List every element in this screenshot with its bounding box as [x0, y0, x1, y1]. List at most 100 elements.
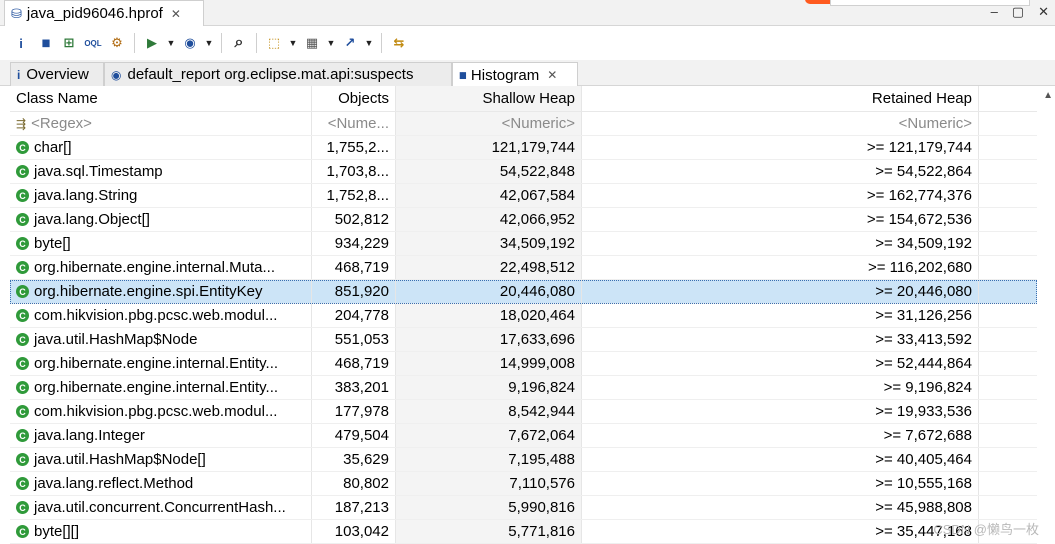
- class-name-cell: Cjava.lang.Object[]: [10, 208, 312, 231]
- tab-default-report-label: default_report org.eclipse.mat.api:suspe…: [127, 66, 414, 83]
- table-row[interactable]: Corg.hibernate.engine.spi.EntityKey 851,9…: [10, 280, 1037, 304]
- table-row[interactable]: Cjava.util.HashMap$Node 551,053 17,633,696…: [10, 328, 1037, 352]
- table-row[interactable]: Cjava.util.HashMap$Node[] 35,629 7,195,488…: [10, 448, 1037, 472]
- editor-tab-label: java_pid96046.hprof: [26, 5, 163, 22]
- class-name-text: byte[]: [34, 235, 71, 252]
- row-filler: [979, 424, 1037, 447]
- row-filler: [979, 256, 1037, 279]
- column-header-class-name[interactable]: Class Name: [10, 86, 312, 111]
- compare-icon[interactable]: ⇆: [388, 32, 410, 54]
- class-name-text: java.util.concurrent.ConcurrentHash...: [34, 499, 286, 516]
- objects-cell: 187,213: [312, 496, 396, 519]
- chevron-down-icon[interactable]: ▼: [165, 32, 177, 54]
- objects-cell: 80,802: [312, 472, 396, 495]
- regex-filter-cell[interactable]: ⇶ <Regex>: [10, 112, 312, 135]
- row-filler: [979, 352, 1037, 375]
- toolbar: i ▮▮ ⊞ OQL ⚙ ▶ ▼ ◉ ▼ ⌕ ⬚ ▼ ▦ ▼ ↗ ▼ ⇆: [0, 26, 1055, 60]
- gear-icon[interactable]: ⚙: [106, 32, 128, 54]
- chevron-down-icon[interactable]: ▼: [325, 32, 337, 54]
- class-icon: C: [16, 429, 29, 442]
- objects-cell: 35,629: [312, 448, 396, 471]
- table-row[interactable]: Cbyte[] 934,229 34,509,192 >= 34,509,192: [10, 232, 1037, 256]
- table-row[interactable]: Cjava.util.concurrent.ConcurrentHash... 1…: [10, 496, 1037, 520]
- class-icon: C: [16, 141, 29, 154]
- run-report-icon[interactable]: ▶: [141, 32, 163, 54]
- retained-heap-cell: >= 154,672,536: [582, 208, 979, 231]
- class-name-text: java.util.HashMap$Node[]: [34, 451, 206, 468]
- objects-cell: 934,229: [312, 232, 396, 255]
- close-window-icon[interactable]: ✕: [1038, 4, 1049, 20]
- report-icon: ◉: [111, 67, 122, 82]
- row-filler: [979, 280, 1037, 303]
- objects-filter-input[interactable]: <Nume...: [312, 112, 396, 135]
- export-icon[interactable]: ↗: [339, 32, 361, 54]
- class-name-cell: Cjava.util.HashMap$Node[]: [10, 448, 312, 471]
- table-row[interactable]: Cjava.lang.reflect.Method 80,802 7,110,576…: [10, 472, 1037, 496]
- shallow-heap-cell: 17,633,696: [396, 328, 582, 351]
- regex-filter-input[interactable]: <Regex>: [31, 115, 92, 132]
- tab-histogram[interactable]: ▮▮ Histogram ✕: [452, 62, 578, 87]
- class-name-text: java.lang.Integer: [34, 427, 145, 444]
- class-name-cell: Cbyte[][]: [10, 520, 312, 543]
- table-row[interactable]: Cjava.lang.Object[] 502,812 42,066,952 >= 1…: [10, 208, 1037, 232]
- group-by-icon[interactable]: ⬚: [263, 32, 285, 54]
- objects-cell: 468,719: [312, 256, 396, 279]
- table-row[interactable]: Cjava.lang.String 1,752,8... 42,067,584 >= …: [10, 184, 1037, 208]
- editor-tab-hprof[interactable]: ⛁ java_pid96046.hprof ✕: [4, 0, 204, 26]
- scroll-up-icon[interactable]: ▲: [1043, 90, 1053, 101]
- table-row[interactable]: Cbyte[][] 103,042 5,771,816 >= 35,447,168: [10, 520, 1037, 544]
- tab-histogram-label: Histogram: [470, 66, 540, 84]
- close-icon[interactable]: ✕: [171, 7, 181, 21]
- column-header-filler: [979, 86, 1037, 111]
- chevron-down-icon[interactable]: ▼: [363, 32, 375, 54]
- class-icon: C: [16, 477, 29, 490]
- shallow-heap-cell: 42,067,584: [396, 184, 582, 207]
- table-row[interactable]: Corg.hibernate.engine.internal.Entity...…: [10, 376, 1037, 400]
- retained-heap-cell: >= 45,988,808: [582, 496, 979, 519]
- shallow-heap-filter-input[interactable]: <Numeric>: [396, 112, 582, 135]
- column-header-objects[interactable]: Objects: [312, 86, 396, 111]
- table-header: Class Name Objects Shallow Heap Retained…: [10, 86, 1037, 112]
- tab-default-report[interactable]: ◉ default_report org.eclipse.mat.api:sus…: [104, 62, 452, 86]
- oql-icon[interactable]: OQL: [82, 32, 104, 54]
- class-name-text: org.hibernate.engine.internal.Entity...: [34, 379, 279, 396]
- row-filler: [979, 184, 1037, 207]
- class-icon: C: [16, 333, 29, 346]
- shallow-heap-cell: 18,020,464: [396, 304, 582, 327]
- filter-filler: [979, 112, 1037, 135]
- table-row[interactable]: Cjava.lang.Integer 479,504 7,672,064 >= 7,6…: [10, 424, 1037, 448]
- table-row[interactable]: Cchar[] 1,755,2... 121,179,744 >= 121,179,7…: [10, 136, 1037, 160]
- retained-heap-cell: >= 10,555,168: [582, 472, 979, 495]
- table-row[interactable]: Ccom.hikvision.pbg.pcsc.web.modul... 204,…: [10, 304, 1037, 328]
- table-row[interactable]: Cjava.sql.Timestamp 1,703,8... 54,522,848 >…: [10, 160, 1037, 184]
- row-filler: [979, 232, 1037, 255]
- chevron-down-icon[interactable]: ▼: [287, 32, 299, 54]
- class-name-cell: Corg.hibernate.engine.internal.Muta...: [10, 256, 312, 279]
- table-row[interactable]: Ccom.hikvision.pbg.pcsc.web.modul... 177,…: [10, 400, 1037, 424]
- info-icon[interactable]: i: [10, 32, 32, 54]
- class-name-cell: Cjava.lang.reflect.Method: [10, 472, 312, 495]
- database-icon: ⛁: [11, 5, 22, 21]
- class-name-text: java.sql.Timestamp: [34, 163, 163, 180]
- search-icon[interactable]: ⌕: [228, 32, 250, 54]
- column-header-retained-heap[interactable]: Retained Heap: [582, 86, 979, 111]
- row-filler: [979, 136, 1037, 159]
- maximize-icon[interactable]: ▢: [1012, 4, 1024, 20]
- query-browser-icon[interactable]: ◉: [179, 32, 201, 54]
- retained-heap-cell: >= 19,933,536: [582, 400, 979, 423]
- column-header-shallow-heap[interactable]: Shallow Heap: [396, 86, 582, 111]
- shallow-heap-cell: 5,771,816: [396, 520, 582, 543]
- class-name-cell: Ccom.hikvision.pbg.pcsc.web.modul...: [10, 400, 312, 423]
- chevron-down-icon[interactable]: ▼: [203, 32, 215, 54]
- close-icon[interactable]: ✕: [547, 68, 557, 82]
- retained-heap-filter-input[interactable]: <Numeric>: [582, 112, 979, 135]
- histogram-icon[interactable]: ▮▮: [34, 32, 56, 54]
- calculator-icon[interactable]: ▦: [301, 32, 323, 54]
- minimize-icon[interactable]: ‒: [991, 4, 998, 20]
- class-icon: C: [16, 309, 29, 322]
- table-row[interactable]: Corg.hibernate.engine.internal.Muta... 46…: [10, 256, 1037, 280]
- retained-heap-cell: >= 35,447,168: [582, 520, 979, 543]
- table-row[interactable]: Corg.hibernate.engine.internal.Entity...…: [10, 352, 1037, 376]
- dominator-tree-icon[interactable]: ⊞: [58, 32, 80, 54]
- tab-overview[interactable]: i Overview: [10, 62, 104, 86]
